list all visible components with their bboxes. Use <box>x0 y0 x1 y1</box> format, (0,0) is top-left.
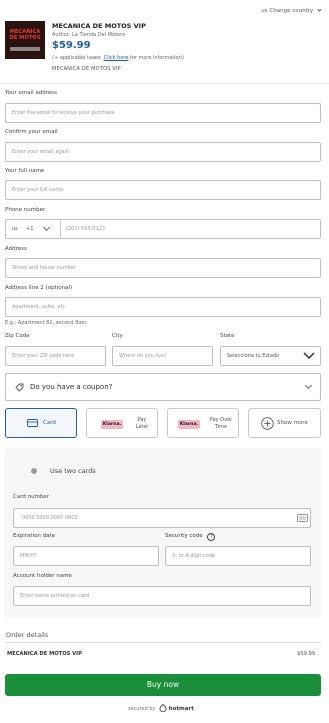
product-author: Author: La Tienda Del Motero <box>52 32 126 38</box>
order-divider <box>5 642 321 643</box>
address2-hint: E.g.: Apartment 82, second floor. <box>5 320 88 326</box>
expiry-label: Expiration date <box>13 533 56 539</box>
order-item-name: MECANICA DE MOTOS VIP <box>7 651 82 657</box>
radio-icon <box>31 468 37 474</box>
buy-now-button[interactable]: Buy now <box>5 674 321 696</box>
holder-name-field[interactable]: Enter name printed on card <box>13 586 311 606</box>
chevron-down-icon <box>303 352 315 360</box>
payment-klarna-pay-over-time[interactable]: Klarna. Pay Over Time <box>167 408 239 438</box>
zip-label: Zip Code <box>5 333 30 339</box>
taxes-note: (+ applicable taxes. Click here for more… <box>52 55 184 61</box>
phone-field: us +1 (201) 555-0123 <box>5 219 321 239</box>
plus-circle-icon <box>261 417 274 430</box>
tag-icon <box>15 383 24 392</box>
state-select[interactable]: Selecciona tu Estado <box>220 346 321 366</box>
expiry-field[interactable]: MM/YY <box>13 546 159 566</box>
coupon-label: Do you have a coupon? <box>30 383 113 391</box>
show-more-payments-button[interactable]: Show more <box>248 408 321 438</box>
klarna-badge: Klarna. <box>178 420 200 429</box>
confirm-email-label: Confirm your email <box>5 129 58 135</box>
zip-field[interactable]: Enter your ZIP code here <box>5 346 106 366</box>
email-field[interactable]: Enter the email to receive your purchase <box>5 103 321 123</box>
holder-label: Account holder name <box>13 573 72 579</box>
cvc-label: Security code ? <box>165 533 216 541</box>
use-two-cards-toggle[interactable]: Use two cards <box>25 466 195 476</box>
payment-klarna-pay-later[interactable]: Klarna. Pay Later <box>86 408 158 438</box>
city-label: City <box>112 333 123 339</box>
product-subtitle: MECANICA DE MOTOS VIP <box>52 66 121 72</box>
phone-country-select[interactable]: us +1 <box>6 220 61 238</box>
country-code: us <box>261 8 268 14</box>
city-field[interactable]: Where do you live? <box>112 346 213 366</box>
product-thumbnail: MECANICA DE MOTOS <box>5 21 45 59</box>
change-country-label: Change country <box>269 8 314 14</box>
cvc-field[interactable]: 3- or 4-digit code <box>165 546 311 566</box>
chevron-down-icon <box>42 223 51 232</box>
address-label: Address <box>5 246 27 252</box>
order-details-heading: Order details <box>6 631 49 639</box>
hotmart-logo-icon <box>159 703 167 713</box>
card-number-field[interactable]: 0000 0000 0000 0000 <box>13 508 311 528</box>
full-name-field[interactable]: Enter your full name <box>5 180 321 200</box>
phone-label: Phone number <box>5 207 46 213</box>
card-form-panel: Use two cards Card number 0000 0000 0000… <box>5 448 321 618</box>
card-number-label: Card number <box>13 494 50 500</box>
address2-label: Address line 2 (optional) <box>5 285 73 291</box>
confirm-email-field[interactable]: Enter your email again <box>5 142 321 162</box>
secured-by: secured by hotmart <box>128 703 194 713</box>
address2-field[interactable]: Apartment, suite, etc. <box>5 297 321 317</box>
change-country-link[interactable]: us Change country <box>261 7 322 14</box>
state-label: State <box>220 333 235 339</box>
header-divider <box>0 83 329 84</box>
product-price: $59.99 <box>52 40 91 51</box>
hotmart-brand: hotmart <box>168 706 194 712</box>
product-title: MECANICA DE MOTOS VIP <box>52 22 146 30</box>
card-icon <box>27 419 38 427</box>
phone-input[interactable]: (201) 555-0123 <box>66 226 105 232</box>
taxes-info-link[interactable]: Click here <box>104 55 129 61</box>
question-icon[interactable]: ? <box>207 533 216 541</box>
address-field[interactable]: Street and house number <box>5 258 321 278</box>
email-placeholder: Enter the email to receive your purchase <box>12 110 115 116</box>
chevron-down-icon <box>304 381 313 390</box>
thumbnail-text: MECANICA DE MOTOS <box>9 29 41 41</box>
chevron-down-icon <box>317 7 322 12</box>
card-brand-icon <box>297 514 308 522</box>
email-label: Your email address <box>5 90 58 96</box>
order-item-price: $59.99 <box>297 651 316 657</box>
full-name-label: Your full name <box>5 168 45 174</box>
klarna-badge: Klarna. <box>101 420 123 429</box>
payment-card-button[interactable]: Card <box>5 408 77 438</box>
coupon-toggle[interactable]: Do you have a coupon? <box>5 373 321 401</box>
